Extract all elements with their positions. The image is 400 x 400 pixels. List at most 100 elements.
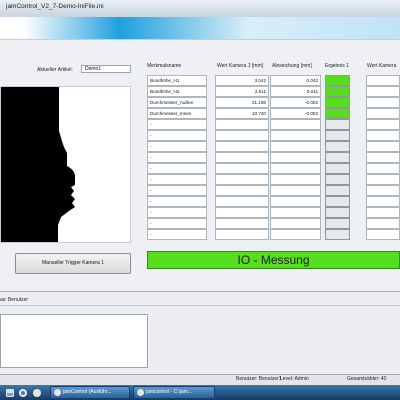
- cell-deviation: [270, 229, 321, 240]
- divider: [0, 305, 400, 306]
- cell-deviation: [270, 141, 321, 152]
- col-header-name: Merkmalsname: [147, 63, 182, 69]
- log-header: as: Benutzer: [0, 297, 29, 303]
- cell-feature-name: Bundhöhe_H1: [147, 75, 207, 86]
- cell-camera-value: [215, 130, 269, 141]
- cell-feature-name: -: [147, 119, 207, 130]
- cell-deviation: 0.011: [270, 86, 321, 97]
- cell-deviation: 0.042: [270, 75, 321, 86]
- cell-result-indicator: [325, 141, 350, 152]
- cell-camera2-value: [366, 152, 400, 163]
- cell-deviation: [270, 207, 321, 218]
- cell-result-indicator: [325, 86, 350, 97]
- folder-icon: [137, 389, 144, 396]
- quicklaunch-icon[interactable]: [5, 388, 15, 398]
- col-header-result: Ergebnis 1: [325, 63, 349, 69]
- cell-camera-value: 21.198: [215, 97, 269, 108]
- quicklaunch-icon[interactable]: [18, 388, 28, 398]
- cell-result-indicator: [325, 229, 350, 240]
- log-textbox[interactable]: [0, 314, 148, 368]
- col-header-value-cam2: Wert Kamera: [367, 63, 397, 69]
- status-banner: IO - Messung: [147, 251, 400, 269]
- cell-camera-value: [215, 152, 269, 163]
- cell-result-indicator: [325, 163, 350, 174]
- cell-result-indicator: [325, 207, 350, 218]
- taskbar-item-label: jamControl (Ausführ...: [63, 389, 112, 395]
- cell-feature-name: -: [147, 163, 207, 174]
- cell-camera2-value: [366, 218, 400, 229]
- cell-feature-name: -: [147, 229, 207, 240]
- cell-feature-name: -: [147, 130, 207, 141]
- quicklaunch-icon[interactable]: [32, 388, 42, 398]
- cell-result-indicator: [325, 185, 350, 196]
- cell-camera2-value: [366, 163, 400, 174]
- cell-camera2-value: [366, 86, 400, 97]
- cell-result-indicator: [325, 97, 350, 108]
- cell-camera2-value: [366, 185, 400, 196]
- cell-feature-name: -: [147, 152, 207, 163]
- cell-result-indicator: [325, 196, 350, 207]
- cell-camera2-value: [366, 130, 400, 141]
- cell-feature-name: Bundhöhe_H2: [147, 86, 207, 97]
- cell-result-indicator: [325, 108, 350, 119]
- cell-feature-name: -: [147, 185, 207, 196]
- cell-deviation: [270, 185, 321, 196]
- cell-camera-value: 2.511: [215, 86, 269, 97]
- cell-camera2-value: [366, 207, 400, 218]
- cell-deviation: [270, 174, 321, 185]
- taskbar-item-jamcontrol[interactable]: jamControl (Ausführ...: [50, 386, 130, 399]
- app-icon: [54, 389, 61, 396]
- cell-feature-name: -: [147, 196, 207, 207]
- cell-camera2-value: [366, 141, 400, 152]
- taskbar-item-folder[interactable]: jamcontrol - C:\jam...: [133, 386, 215, 399]
- part-silhouette-image: [1, 87, 75, 242]
- cell-camera2-value: [366, 75, 400, 86]
- article-field[interactable]: Demo1: [81, 65, 131, 73]
- status-bar: [0, 374, 400, 385]
- taskbar-item-label: jamcontrol - C:\jam...: [146, 389, 193, 395]
- cell-camera2-value: [366, 97, 400, 108]
- cell-camera2-value: [366, 108, 400, 119]
- cell-camera-value: [215, 163, 269, 174]
- status-counter: Gesamtzähler: 40: [347, 376, 387, 382]
- cell-camera-value: [215, 185, 269, 196]
- cell-feature-name: -: [147, 207, 207, 218]
- cell-camera-value: 3.042: [215, 75, 269, 86]
- cell-feature-name: -: [147, 174, 207, 185]
- cell-result-indicator: [325, 218, 350, 229]
- cell-deviation: [270, 163, 321, 174]
- cell-camera-value: 10.740: [215, 108, 269, 119]
- cell-camera2-value: [366, 174, 400, 185]
- status-level: Level: Admin: [280, 376, 309, 382]
- cell-camera-value: [215, 218, 269, 229]
- cell-result-indicator: [325, 75, 350, 86]
- cell-feature-name: -: [147, 218, 207, 229]
- cell-deviation: -0.002: [270, 97, 321, 108]
- cell-deviation: [270, 218, 321, 229]
- cell-camera-value: [215, 196, 269, 207]
- cell-camera2-value: [366, 119, 400, 130]
- cell-deviation: [270, 130, 321, 141]
- status-user: Benutzer: Benutzer1: [236, 376, 282, 382]
- article-label: Aktueller Artikel:: [37, 67, 73, 73]
- cell-feature-name: Durchmesser_Außen: [147, 97, 207, 108]
- manual-trigger-button[interactable]: Manueller Trigger Kamera 1: [15, 253, 131, 274]
- cell-deviation: [270, 152, 321, 163]
- window-title: jamControl_V2_7-Demo-IniFile.ini: [6, 3, 104, 10]
- cell-camera-value: [215, 229, 269, 240]
- cell-result-indicator: [325, 152, 350, 163]
- cell-deviation: -0.002: [270, 108, 321, 119]
- cell-deviation: [270, 196, 321, 207]
- toolbar-banner: [0, 17, 400, 39]
- cell-feature-name: Durchmesser_Innen: [147, 108, 207, 119]
- cell-camera-value: [215, 207, 269, 218]
- col-header-deviation: Abweichung [mm]: [272, 63, 312, 69]
- col-header-value: Wert Kamera 1 [mm]: [217, 63, 264, 69]
- cell-camera2-value: [366, 229, 400, 240]
- camera-preview: [0, 86, 131, 243]
- cell-camera2-value: [366, 196, 400, 207]
- cell-camera-value: [215, 119, 269, 130]
- cell-result-indicator: [325, 130, 350, 141]
- cell-deviation: [270, 119, 321, 130]
- cell-result-indicator: [325, 119, 350, 130]
